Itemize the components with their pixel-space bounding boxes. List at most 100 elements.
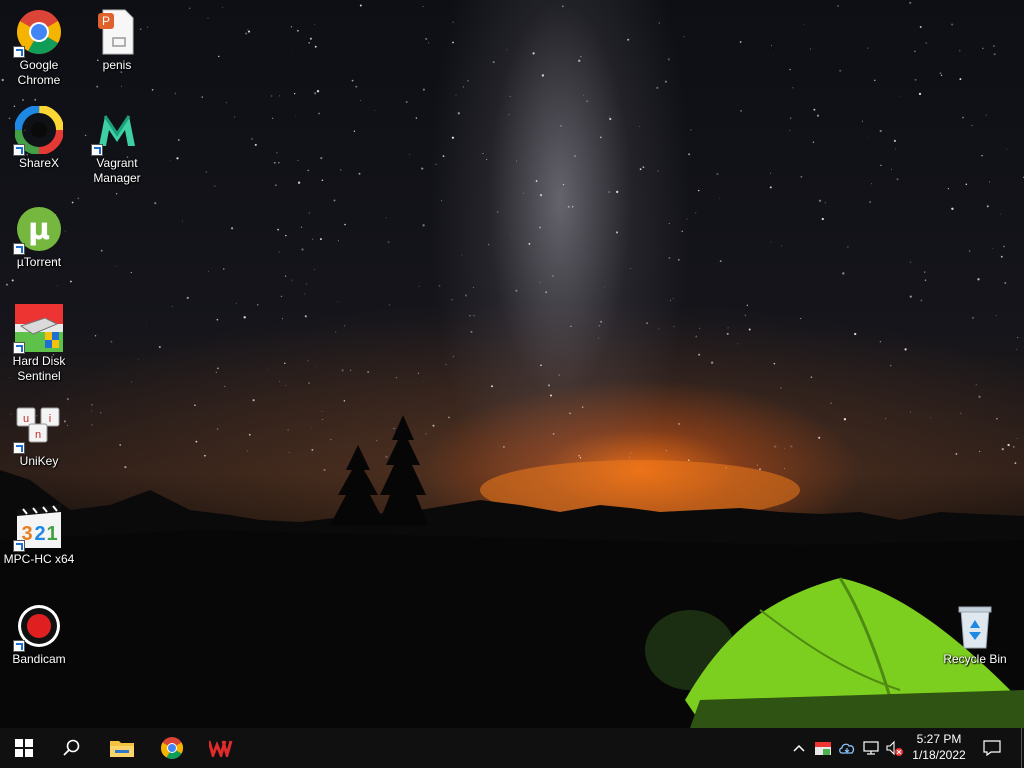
star [245,32,248,35]
star [294,92,296,95]
star [792,87,794,89]
taskbar-chrome[interactable] [148,728,196,768]
star [360,100,362,102]
star [609,117,612,121]
star [285,234,287,237]
desktop-icon-hard-disk-sentinel[interactable]: Hard Disk Sentinel [1,304,77,384]
desktop-icon-bandicam[interactable]: Bandicam [1,602,77,667]
star [417,372,419,374]
star [890,365,892,367]
show-desktop-button[interactable] [1018,728,1024,768]
chevron-up-icon [793,744,805,752]
star [448,416,450,419]
star [550,394,552,397]
star [177,139,180,141]
star [308,42,310,44]
star [207,17,209,19]
start-button[interactable] [0,728,48,768]
tray-volume-button[interactable] [884,728,906,768]
desktop-icon-chrome[interactable]: Google Chrome [1,8,77,88]
star [690,129,692,131]
taskbar-clock[interactable]: 5:27 PM 1/18/2022 [906,728,972,768]
star [789,117,792,119]
star [341,369,344,372]
desktop-icon-penis[interactable]: P penis [79,8,155,73]
star [90,424,93,426]
star [247,29,249,31]
star [867,47,869,49]
star [628,456,630,458]
star [919,26,922,28]
star [344,223,346,226]
star [784,468,785,470]
action-center-button[interactable] [976,728,1008,768]
star [665,449,667,451]
desktop-icon-sharex[interactable]: ShareX [1,105,77,171]
desktop-icon-utorrent[interactable]: µ µTorrent [1,205,77,270]
icon-label: UniKey [19,454,59,468]
star [358,172,361,175]
show-hidden-icons-button[interactable] [788,728,810,768]
star [781,245,782,247]
star [216,428,219,430]
star [925,42,928,45]
star [719,197,721,199]
star [224,385,226,388]
record-icon [13,602,63,652]
star [154,202,157,205]
taskbar-file-explorer[interactable] [98,728,146,768]
star [469,314,471,317]
desktop-icon-vagrant-manager[interactable]: Vagrant Manager [79,106,155,186]
star [158,345,161,349]
shortcut-arrow-icon [13,540,25,552]
taskbar-wps-office[interactable] [197,728,245,768]
star [547,384,551,387]
star [1007,443,1010,447]
star [452,41,454,44]
star [955,452,958,455]
star [351,79,354,82]
star [353,130,356,132]
star [246,450,248,452]
star [422,88,425,91]
search-icon [63,739,80,756]
tray-cloud-button[interactable] [836,728,858,768]
star [174,92,177,95]
star [677,422,681,426]
star [975,384,977,386]
desktop-icon-recycle-bin[interactable]: Recycle Bin [937,602,1013,667]
star [561,5,564,8]
star [385,217,387,219]
star [900,95,902,97]
star [124,465,127,469]
star [971,125,973,126]
star [309,37,312,40]
search-button[interactable] [48,728,96,768]
star [418,285,420,287]
tray-network-button[interactable] [860,728,882,768]
star [273,161,276,164]
star [235,302,237,304]
star [310,427,312,428]
show-desktop-divider [1020,728,1022,768]
star [320,156,323,160]
star [275,184,277,186]
star [560,125,562,127]
star [914,78,917,81]
star [277,228,279,231]
star [452,355,455,358]
star [297,181,301,184]
desktop-icon-mpc-hc[interactable]: 3 2 1 MPC-HC x64 [1,502,77,567]
star [321,410,323,412]
star [616,190,619,194]
star [186,296,189,300]
star [451,136,454,139]
star [681,230,683,232]
svg-text:1: 1 [46,523,57,545]
star [959,78,962,81]
tray-app-button[interactable] [812,728,834,768]
desktop-icon-unikey[interactable]: u i n UniKey [1,404,77,469]
star [304,293,306,295]
star [790,445,793,448]
star [130,271,132,274]
